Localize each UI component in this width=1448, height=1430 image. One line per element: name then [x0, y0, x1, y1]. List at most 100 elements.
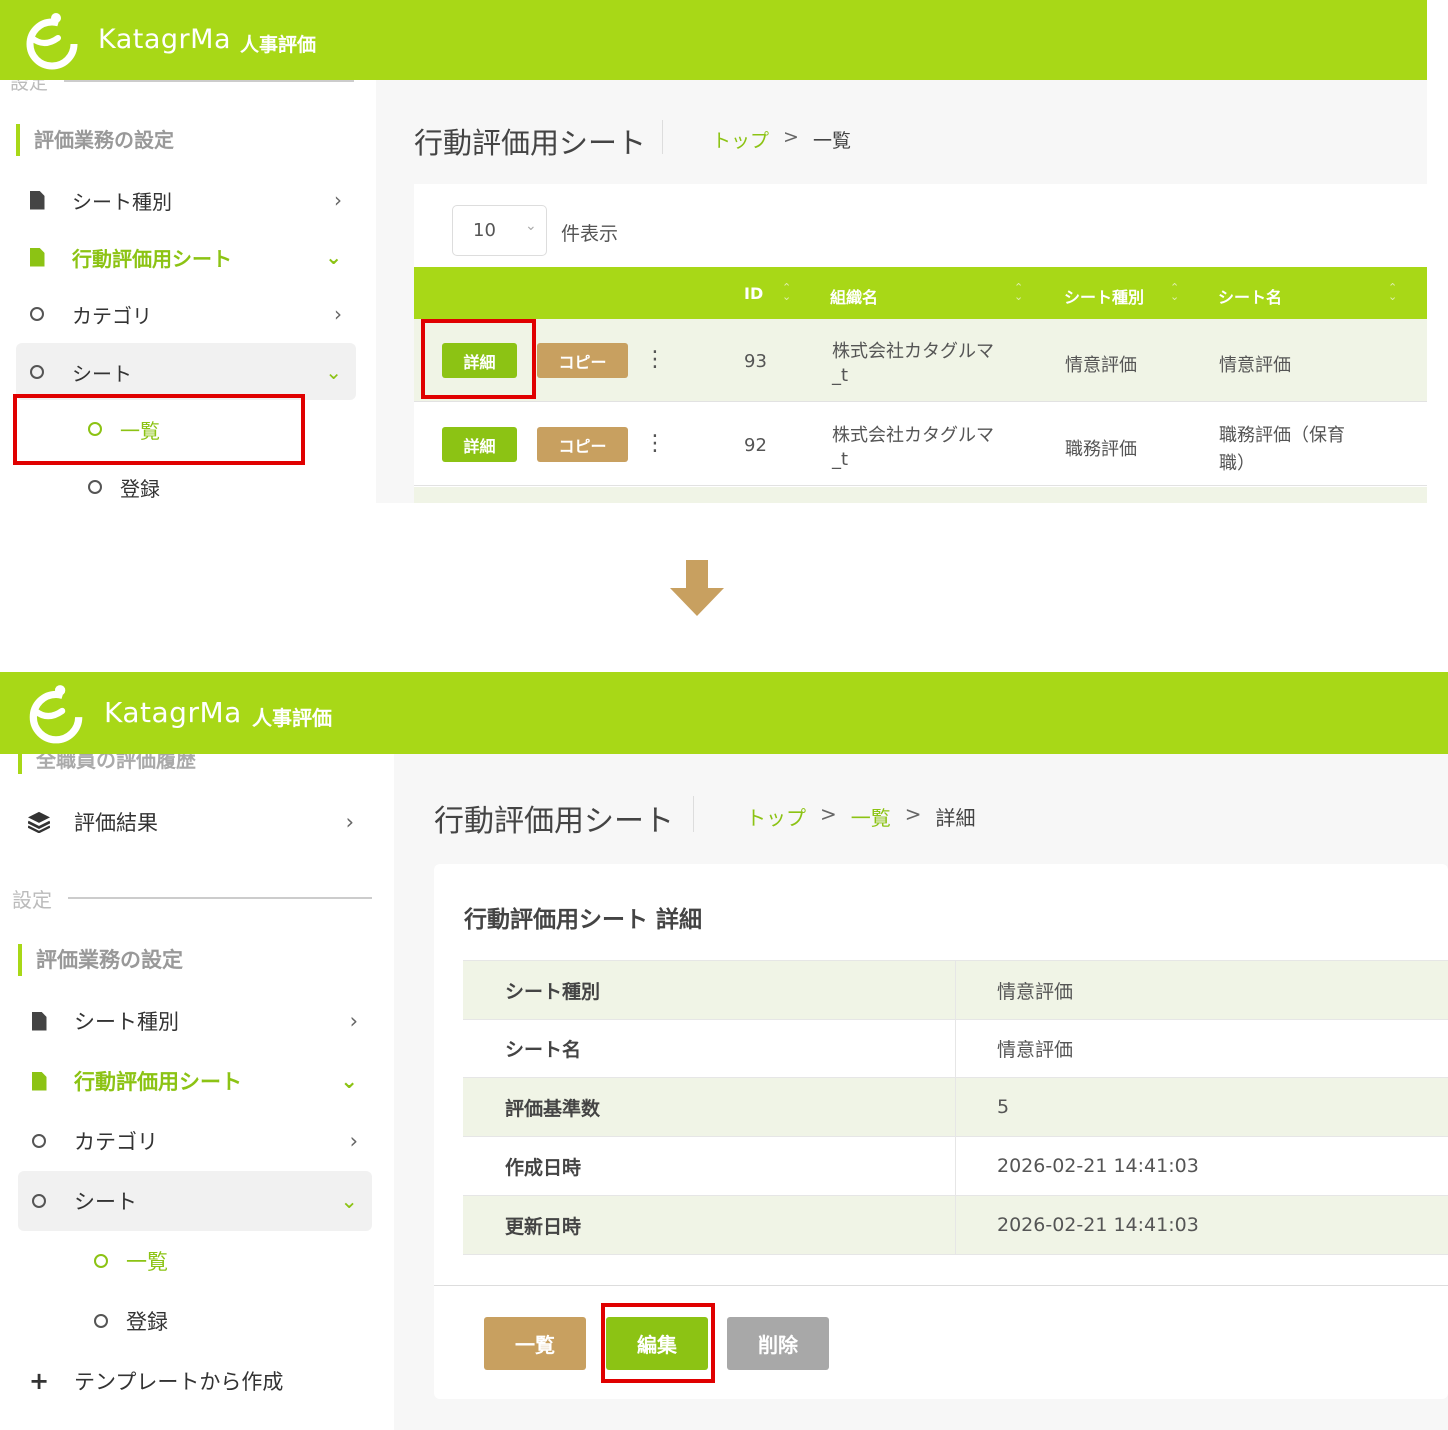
chevron-right-icon: › — [349, 1009, 358, 1033]
down-arrow-icon — [670, 560, 724, 616]
document-icon — [26, 247, 48, 267]
table-header: ID ⌃ ⌄ 組織名 ⌃ ⌄ シート種別 ⌃ ⌄ シート名 ⌃ ⌄ — [414, 267, 1427, 319]
detail-button[interactable]: 詳細 — [442, 427, 517, 462]
copy-button[interactable]: コピー — [537, 427, 628, 462]
section-divider — [68, 897, 372, 899]
highlight-list-menu — [13, 394, 305, 465]
sidebar-item-results[interactable]: 評価結果 › — [28, 806, 368, 838]
chevron-down-icon: ⌄ — [340, 1189, 358, 1213]
sort-icon[interactable]: ⌃ ⌄ — [1388, 282, 1397, 302]
cell-org-line1: 株式会社カタグルマ — [832, 341, 994, 362]
section-title: 評価業務の設定 — [18, 944, 183, 976]
breadcrumb-top-link[interactable]: トップ — [712, 126, 769, 153]
col-header-org[interactable]: 組織名 — [830, 284, 878, 308]
document-icon — [26, 190, 48, 210]
cell-id: 93 — [744, 351, 767, 372]
more-menu-icon[interactable]: ⋮ — [644, 431, 666, 456]
copy-button[interactable]: コピー — [537, 343, 628, 378]
chevron-down-icon: ⌄ — [525, 218, 537, 234]
col-header-sheet-type[interactable]: シート種別 — [1064, 284, 1144, 308]
cell-sheet-name-line2: 職） — [1219, 453, 1255, 474]
col-header-sheet-name[interactable]: シート名 — [1218, 284, 1282, 308]
chevron-right-icon: › — [349, 1129, 358, 1153]
cell-org-line2: _t — [832, 449, 849, 470]
sidebar-subitem-list[interactable]: 一覧 — [90, 1245, 290, 1277]
sidebar-item-create-from-template[interactable]: + テンプレートから作成 — [28, 1365, 372, 1397]
page-size-value: 10 — [473, 220, 496, 241]
sidebar-subitem-register[interactable]: 登録 — [90, 1305, 290, 1337]
brand-name: KatagrMa — [98, 24, 231, 55]
sort-icon[interactable]: ⌃ ⌄ — [782, 282, 791, 302]
bottom-sidebar: 全職員の評価履歴 評価結果 › 設定 評価業務の設定 シート種別 › 行動評価用… — [0, 754, 394, 1430]
detail-key: シート種別 — [505, 980, 601, 1003]
cell-org-line2: _t — [832, 365, 849, 386]
detail-table: シート種別 情意評価 シート名 情意評価 評価基準数 5 作成日時 2026-0… — [463, 960, 1448, 1255]
breadcrumb-current: 一覧 — [812, 130, 851, 152]
breadcrumb-list-link[interactable]: 一覧 — [851, 802, 891, 831]
detail-value: 5 — [997, 1096, 1010, 1118]
sidebar-item-category[interactable]: カテゴリ › — [26, 298, 356, 330]
sidebar-item-category[interactable]: カテゴリ › — [28, 1125, 372, 1157]
chevron-down-icon: ⌄ — [325, 360, 342, 384]
section-title: 評価業務の設定 — [16, 124, 174, 156]
sidebar-item-behavior-sheet[interactable]: 行動評価用シート ⌄ — [26, 241, 356, 273]
sidebar-item-label: 登録 — [126, 1310, 168, 1334]
detail-key: 評価基準数 — [505, 1097, 601, 1120]
chevron-down-icon: ⌄ — [340, 1069, 358, 1093]
sidebar-item-sheet-type[interactable]: シート種別 › — [26, 184, 356, 216]
katagrma-logo-icon — [29, 685, 83, 744]
highlight-edit-button — [601, 1303, 715, 1383]
circle-icon — [26, 365, 48, 379]
circle-icon — [28, 1194, 50, 1208]
table-row: 詳細 コピー ⋮ 92 株式会社カタグルマ _t 職務評価 職務評価（保育 職） — [414, 403, 1427, 486]
katagrma-logo-icon — [26, 13, 78, 70]
brand-subtitle: 人事評価 — [240, 34, 317, 56]
detail-key: シート名 — [505, 1039, 582, 1061]
detail-key: 更新日時 — [505, 1215, 582, 1238]
detail-card: 行動評価用シート 詳細 シート種別 情意評価 シート名 情意評価 評価基準数 5… — [434, 864, 1448, 1399]
plus-icon: + — [28, 1367, 50, 1395]
cell-org-line1: 株式会社カタグルマ — [832, 425, 994, 446]
cut-sidebar-item[interactable]: 全職員の評価履歴 — [18, 754, 196, 774]
sidebar-item-label: シート種別 — [72, 189, 172, 214]
breadcrumb: トップ > 一覧 > 詳細 — [746, 802, 976, 831]
more-menu-icon[interactable]: ⋮ — [644, 347, 666, 372]
sidebar-item-label: 登録 — [120, 476, 160, 501]
list-button[interactable]: 一覧 — [484, 1317, 586, 1370]
chevron-right-icon: › — [345, 810, 354, 834]
col-header-id[interactable]: ID — [744, 284, 763, 303]
chevron-right-icon: › — [334, 302, 342, 326]
detail-value: 2026-02-21 14:41:03 — [997, 1155, 1199, 1177]
card-footer-divider — [434, 1285, 1448, 1286]
sort-icon[interactable]: ⌃ ⌄ — [1170, 282, 1179, 302]
chevron-right-icon: › — [334, 188, 342, 212]
sidebar-item-label: シート — [74, 1190, 137, 1214]
breadcrumb-separator: > — [820, 802, 837, 826]
sidebar-item-sheet[interactable]: シート ⌄ — [26, 356, 356, 388]
settings-label: 設定 — [12, 888, 52, 912]
sort-icon[interactable]: ⌃ ⌄ — [1014, 282, 1023, 302]
title-divider — [693, 796, 694, 832]
breadcrumb-current: 詳細 — [935, 806, 976, 830]
sidebar-item-sheet-type[interactable]: シート種別 › — [28, 1005, 372, 1037]
sidebar-item-behavior-sheet[interactable]: 行動評価用シート ⌄ — [28, 1065, 372, 1097]
breadcrumb-top-link[interactable]: トップ — [746, 802, 806, 831]
bottom-main-content: 行動評価用シート トップ > 一覧 > 詳細 行動評価用シート 詳細 シート種別… — [394, 754, 1448, 1430]
breadcrumb-separator: > — [783, 126, 799, 148]
cell-sheet-type: 職務評価 — [1065, 439, 1137, 460]
bottom-header: KatagrMa 人事評価 — [0, 672, 1448, 754]
circle-icon — [84, 480, 106, 494]
sidebar-item-label: 行動評価用シート — [72, 246, 232, 271]
circle-icon — [90, 1254, 112, 1268]
delete-button[interactable]: 削除 — [727, 1317, 829, 1370]
document-icon — [28, 1011, 50, 1031]
chevron-down-icon: ⌄ — [325, 245, 342, 269]
cell-sheet-name-line1: 情意評価 — [1219, 355, 1291, 376]
card-title: 行動評価用シート 詳細 — [464, 907, 703, 933]
detail-value: 2026-02-21 14:41:03 — [997, 1214, 1199, 1236]
highlight-detail-button — [421, 319, 536, 399]
page-size-select[interactable]: 10 ⌄ — [452, 205, 547, 256]
sidebar-item-sheet[interactable]: シート ⌄ — [28, 1185, 372, 1217]
section-label-cut: 設定 — [10, 80, 49, 94]
sidebar-subitem-register[interactable]: 登録 — [84, 471, 284, 503]
